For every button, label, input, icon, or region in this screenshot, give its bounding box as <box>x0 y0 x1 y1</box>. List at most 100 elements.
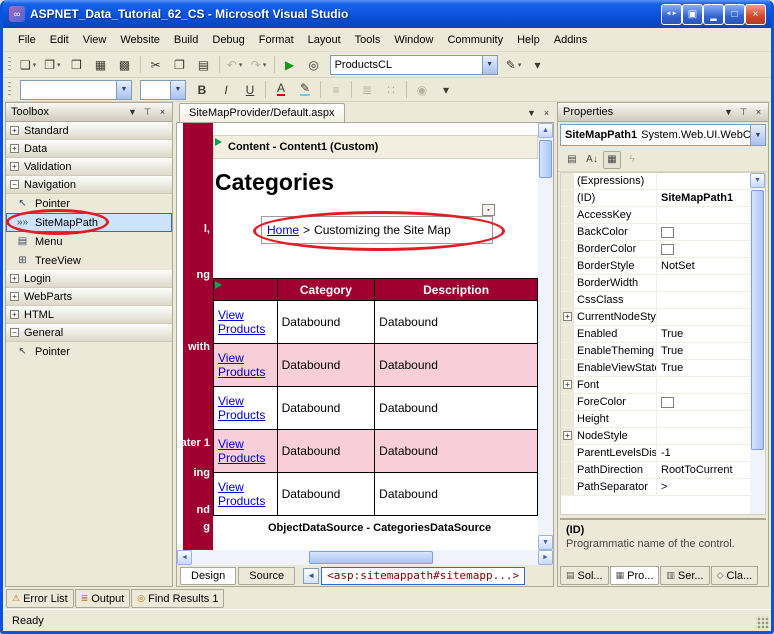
property-row[interactable]: + Enabled True <box>561 326 750 343</box>
menu-item[interactable]: Website <box>113 30 167 50</box>
expander-icon[interactable]: − <box>10 328 19 337</box>
expander-icon[interactable]: + <box>10 162 19 171</box>
vertical-scrollbar[interactable]: ▲ ▼ <box>750 173 765 514</box>
chevron-down-icon[interactable]: ▼ <box>750 125 765 145</box>
scroll-down-icon[interactable]: ▼ <box>538 535 553 550</box>
breadcrumb-home-link[interactable]: Home <box>267 223 299 237</box>
expander-icon[interactable]: + <box>10 126 19 135</box>
view-tab[interactable]: Design <box>180 567 236 585</box>
property-row[interactable]: + BorderColor <box>561 241 750 258</box>
toolbox-section-login[interactable]: + + Login <box>6 270 172 288</box>
property-value[interactable] <box>657 428 750 444</box>
underline-button[interactable]: U <box>239 79 261 100</box>
property-value[interactable]: True <box>657 360 750 376</box>
property-value[interactable] <box>657 224 750 240</box>
property-row[interactable]: + ParentLevelsDispl -1 <box>561 445 750 462</box>
scroll-left-icon[interactable]: ◄ <box>177 550 192 565</box>
property-row[interactable]: + PathDirection RootToCurrent <box>561 462 750 479</box>
scroll-up-icon[interactable]: ▲ <box>538 123 553 138</box>
property-row[interactable]: + CurrentNodeStyle <box>561 309 750 326</box>
property-value[interactable] <box>657 411 750 427</box>
minimize-button[interactable]: ▂ <box>703 4 724 25</box>
style-tool-button[interactable]: ✎ <box>503 54 525 75</box>
menu-item[interactable]: Tools <box>348 30 388 50</box>
toolbox-section-webparts[interactable]: + + WebParts <box>6 288 172 306</box>
property-row[interactable]: + (Expressions) <box>561 173 750 190</box>
expand-plus-icon[interactable]: + <box>563 312 572 321</box>
chevron-down-icon[interactable]: ▼ <box>524 105 539 120</box>
chevron-down-icon[interactable]: ▼ <box>482 56 497 74</box>
object-selector-combobox[interactable]: SiteMapPath1 System.Web.UI.WebC ▼ <box>560 124 766 146</box>
chevron-down-icon[interactable]: ▼ <box>125 105 140 120</box>
toolbar-grip[interactable] <box>8 81 11 98</box>
toolbar-grip[interactable] <box>8 56 11 73</box>
target-schema-combobox[interactable]: ProductsCL ▼ <box>330 55 498 75</box>
property-value[interactable]: True <box>657 343 750 359</box>
property-value[interactable]: True <box>657 326 750 342</box>
toolbox-item-treeview[interactable]: ⊞ ⊞ TreeView <box>6 251 172 270</box>
toolbox-section-navigation[interactable]: − − Navigation <box>6 176 172 194</box>
close-icon[interactable]: × <box>155 105 170 120</box>
resize-grip[interactable] <box>756 616 769 629</box>
expand-plus-icon[interactable]: + <box>563 431 572 440</box>
pin-icon[interactable]: ⊤ <box>140 105 155 120</box>
menu-item[interactable]: Community <box>440 30 510 50</box>
smart-tag-icon[interactable] <box>215 138 222 146</box>
close-button[interactable]: × <box>745 4 766 25</box>
tag-navigator[interactable]: <asp:sitemappath#sitemapp...> <box>321 567 525 585</box>
chevron-down-icon[interactable]: ▼ <box>116 81 131 99</box>
toolbox-section-data[interactable]: + + Data <box>6 140 172 158</box>
property-value[interactable]: -1 <box>657 445 750 461</box>
property-value[interactable]: SiteMapPath1 <box>657 190 750 206</box>
tab-error-list[interactable]: ⚠ Error List <box>6 589 74 608</box>
property-row[interactable]: + EnableTheming True <box>561 343 750 360</box>
tab-properties[interactable]: ▦ Pro... <box>610 566 660 585</box>
preview-button[interactable]: ◎ <box>303 54 325 75</box>
menu-item[interactable]: Addins <box>547 30 595 50</box>
tab-server-explorer[interactable]: ▥ Ser... <box>660 566 709 585</box>
scroll-right-icon[interactable]: ► <box>538 550 553 565</box>
scrollbar-thumb[interactable] <box>309 551 433 564</box>
property-row[interactable]: + BackColor <box>561 224 750 241</box>
property-row[interactable]: + CssClass <box>561 292 750 309</box>
toolbox-item-menu[interactable]: ▤ ▤ Menu <box>6 232 172 251</box>
dock-left-right-button[interactable]: ◄► <box>661 4 682 25</box>
property-row[interactable]: + (ID) SiteMapPath1 <box>561 190 750 207</box>
categorized-button[interactable]: ▤ <box>563 151 581 169</box>
chevron-down-icon[interactable]: ▼ <box>170 81 185 99</box>
smart-tag-anchor-icon[interactable]: ▪ <box>482 204 495 216</box>
italic-button[interactable]: I <box>215 79 237 100</box>
tab-find-results[interactable]: ◎ Find Results 1 <box>131 589 224 608</box>
new-project-button[interactable]: ❏ <box>17 54 39 75</box>
property-row[interactable]: + Height <box>561 411 750 428</box>
toolbox-item-pointer[interactable]: ↖ ↖ Pointer <box>6 194 172 213</box>
foreground-color-button[interactable]: A <box>270 79 292 100</box>
save-button[interactable]: ▦ <box>90 54 112 75</box>
property-value[interactable] <box>657 394 750 410</box>
document-tab[interactable]: SiteMapProvider/Default.aspx <box>179 103 345 122</box>
font-size-combobox[interactable]: ▼ <box>140 80 186 100</box>
property-row[interactable]: + NodeStyle <box>561 428 750 445</box>
property-value[interactable] <box>657 173 750 189</box>
numbered-list-button[interactable]: ≣ <box>356 79 378 100</box>
property-value[interactable] <box>657 309 750 325</box>
toolbox-item-sitemappath[interactable]: »» »» SiteMapPath <box>6 213 172 232</box>
menu-item[interactable]: View <box>76 30 114 50</box>
tab-solution-explorer[interactable]: ▤ Sol... <box>560 566 609 585</box>
view-tab[interactable]: Source <box>238 567 295 585</box>
property-value[interactable] <box>657 275 750 291</box>
toolbar-overflow-button[interactable]: ▾ <box>527 54 549 75</box>
scrollbar-thumb[interactable] <box>751 190 764 450</box>
view-products-link[interactable]: View Products <box>218 480 268 508</box>
horizontal-scrollbar[interactable]: ◄ ► <box>176 550 554 565</box>
view-products-link[interactable]: View Products <box>218 308 268 336</box>
view-products-link[interactable]: View Products <box>218 394 268 422</box>
toolbox-section-validation[interactable]: + + Validation <box>6 158 172 176</box>
toolbox-section-html[interactable]: + + HTML <box>6 306 172 324</box>
menu-item[interactable]: File <box>11 30 43 50</box>
menu-item[interactable]: Layout <box>301 30 348 50</box>
menu-item[interactable]: Build <box>167 30 205 50</box>
open-file-button[interactable]: ❒ <box>66 54 88 75</box>
alphabetical-button[interactable]: A↓ <box>583 151 601 169</box>
content-region-header[interactable]: Content - Content1 (Custom) <box>213 135 538 159</box>
